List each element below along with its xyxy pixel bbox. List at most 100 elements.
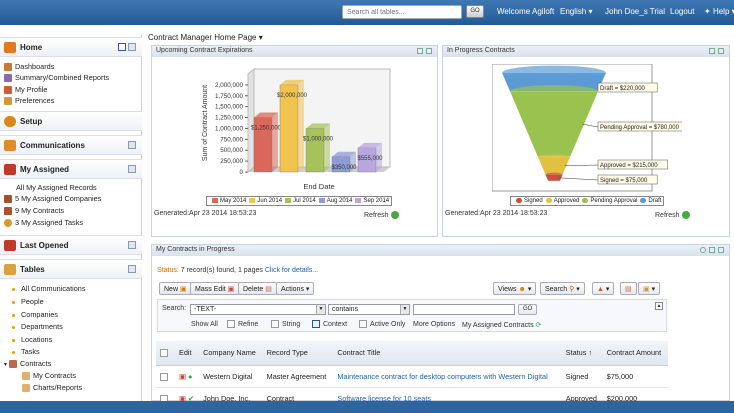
sidebar-item-label: 3 My Assigned Tasks (15, 218, 84, 227)
sidebar-item-label: Summary/Combined Reports (15, 73, 110, 82)
panel-close-icon[interactable] (426, 48, 432, 54)
panel-settings-icon[interactable] (709, 48, 715, 54)
panel-close-icon[interactable] (718, 247, 724, 253)
sidebar-item-contracts[interactable]: ▾ Contracts (4, 359, 52, 369)
sidebar-section-communications[interactable]: Communications (0, 135, 142, 155)
panel-settings-icon[interactable] (709, 247, 715, 253)
active-only-checkbox[interactable]: Active Only (359, 320, 405, 328)
table-row[interactable]: ▣ ● Western Digital Master Agreement Mai… (156, 365, 668, 388)
column-header-amount[interactable]: Contract Amount (602, 341, 668, 366)
refresh-icon: ⟳ (535, 322, 542, 329)
refresh-button[interactable]: Refresh (364, 211, 399, 219)
sidebar-item-my-contracts[interactable]: 9 My Contracts (4, 206, 64, 216)
sidebar-item-contracts-my[interactable]: My Contracts (22, 371, 76, 381)
panel-settings-icon[interactable] (417, 48, 423, 54)
sidebar-section-home[interactable]: Home (0, 37, 142, 57)
cell-contract-title-link[interactable]: Maintenance contract for desktop compute… (333, 365, 562, 388)
my-assigned-settings-icon[interactable] (128, 165, 136, 173)
page-title[interactable]: Contract Manager Home Page ▾ (148, 33, 263, 42)
delete-button[interactable]: Delete ▤ (238, 282, 277, 295)
sidebar-item-assigned-tasks[interactable]: 3 My Assigned Tasks (4, 218, 84, 228)
cell-record-type: Master Agreement (262, 365, 334, 388)
companies-icon (4, 195, 12, 204)
column-header-company[interactable]: Company Name (199, 341, 263, 366)
mass-edit-button[interactable]: Mass Edit ▣ (190, 282, 240, 295)
column-header-record-type[interactable]: Record Type (262, 341, 334, 366)
sidebar-section-my-assigned[interactable]: My Assigned (0, 159, 142, 179)
language-dropdown[interactable]: English ▾ (560, 7, 592, 16)
search-field-select[interactable]: -TEXT- ▼ (190, 304, 326, 315)
legend-swatch (516, 198, 522, 203)
funnel-data-label: Draft = $220,000 (600, 86, 646, 92)
column-header-title[interactable]: Contract Title (333, 341, 562, 366)
refresh-button[interactable]: Refresh (655, 211, 690, 219)
logout-link[interactable]: Logout (670, 7, 694, 16)
home-settings-icon[interactable] (128, 43, 136, 51)
export-dropdown[interactable]: ▲ ▾ (592, 282, 615, 295)
more-options-link[interactable]: More Options (413, 321, 455, 328)
last-opened-settings-icon[interactable] (128, 241, 136, 249)
collapse-search-icon[interactable]: ▲ (655, 302, 663, 310)
search-dropdown[interactable]: Search ⚲ ▾ (540, 282, 585, 295)
search-text-input[interactable] (413, 304, 515, 315)
left-sidebar: Home Dashboards Summary/Combined Reports… (0, 35, 142, 401)
sidebar-item-preferences[interactable]: Preferences (4, 96, 54, 106)
search-operator-select[interactable]: contains ▼ (328, 304, 410, 315)
more-tools-dropdown[interactable]: ▣ ▾ (638, 282, 661, 295)
views-dropdown[interactable]: Views ☻ ▾ (493, 282, 537, 295)
collapse-arrow-icon: ▾ (4, 362, 8, 368)
communications-settings-icon[interactable] (128, 141, 136, 149)
refine-checkbox[interactable]: Refine (227, 320, 258, 328)
panel-close-icon[interactable] (718, 48, 724, 54)
row-checkbox[interactable] (160, 372, 168, 381)
tables-settings-icon[interactable] (128, 265, 136, 273)
sidebar-item-label: Contracts (20, 359, 52, 368)
saved-search-link[interactable]: My Assigned Contracts ⟳ (462, 321, 541, 329)
global-search-go-button[interactable]: GO (466, 5, 484, 18)
home-collapse-icon[interactable] (118, 43, 126, 51)
details-link[interactable]: Click for details... (265, 267, 318, 274)
sidebar-item-contracts-charts[interactable]: Charts/Reports (22, 383, 82, 393)
sidebar-item-all-assigned[interactable]: All My Assigned Records (16, 183, 97, 192)
sidebar-item-my-profile[interactable]: My Profile (4, 85, 47, 95)
tables-icon (4, 264, 16, 275)
search-go-button[interactable]: GO (518, 304, 538, 315)
edit-icon[interactable]: ▣ (179, 372, 186, 381)
y-tick-label: 1,250,000 (215, 115, 244, 122)
sidebar-item-all-communications[interactable]: All Communications (12, 284, 85, 293)
show-all-link[interactable]: Show All (191, 321, 218, 328)
column-header-edit[interactable]: Edit (175, 341, 200, 366)
select-all-checkbox[interactable] (160, 349, 168, 358)
sidebar-item-companies[interactable]: Companies (12, 310, 58, 319)
sidebar-section-tables[interactable]: Tables (0, 259, 142, 279)
legend-label: Draft (648, 198, 662, 205)
refresh-icon (681, 211, 690, 219)
sidebar-item-label: Locations (21, 335, 53, 344)
actions-dropdown[interactable]: Actions ▾ (276, 282, 315, 295)
checkbox-checked-icon (312, 320, 320, 328)
global-search-input[interactable] (342, 5, 462, 19)
user-name-link[interactable]: John Doe_s Trial (605, 7, 665, 16)
panel-refresh-icon[interactable] (700, 247, 706, 253)
sidebar-item-locations[interactable]: Locations (12, 335, 52, 344)
sidebar-section-setup[interactable]: Setup (0, 111, 142, 131)
views-label: Views (498, 286, 517, 293)
sidebar-item-dashboards[interactable]: Dashboards (4, 62, 54, 72)
assigned-icon (4, 164, 16, 175)
print-button[interactable]: ▤ (620, 282, 637, 295)
sidebar-item-people[interactable]: People (12, 297, 44, 306)
sidebar-item-departments[interactable]: Departments (12, 322, 63, 331)
help-menu[interactable]: ✦ Help ▾ (704, 7, 734, 16)
sidebar-item-assigned-companies[interactable]: 5 My Assigned Companies (4, 194, 101, 204)
string-checkbox[interactable]: String (271, 320, 300, 328)
context-checkbox[interactable]: Context (312, 320, 347, 328)
views-icon: ☻ (518, 286, 526, 293)
sidebar-item-summary-reports[interactable]: Summary/Combined Reports (4, 73, 110, 83)
column-header-status[interactable]: Status ↑ (561, 341, 603, 366)
sidebar-section-last-opened[interactable]: Last Opened (0, 235, 142, 255)
new-button[interactable]: New ▣ (159, 282, 192, 295)
bar-side (272, 112, 278, 172)
chart-side-wall (247, 67, 255, 174)
sidebar-item-tasks[interactable]: Tasks (12, 347, 40, 356)
funnel-legend: Signed Approved Pending Approval Draft (510, 196, 665, 207)
